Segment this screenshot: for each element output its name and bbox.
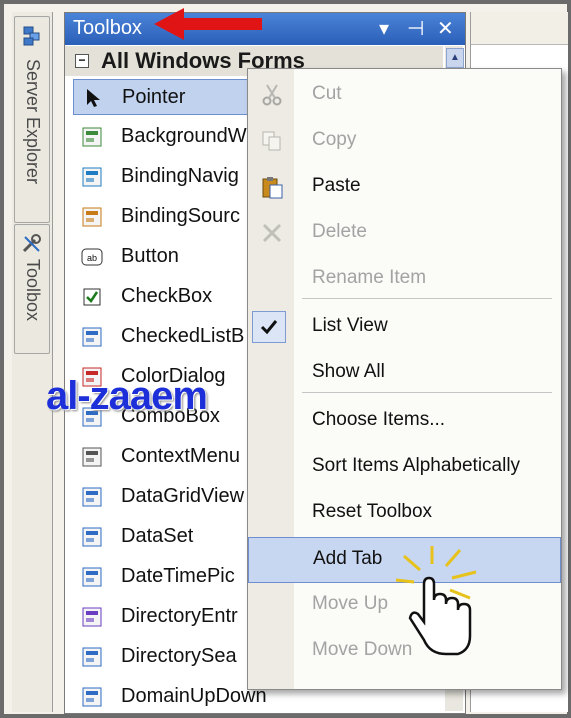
copy-icon — [262, 131, 281, 151]
red-arrow-icon — [154, 8, 262, 40]
toolbox-item[interactable]: BindingNavig — [73, 159, 263, 195]
toolbox-item-label: DateTimePic — [121, 565, 235, 587]
toolbox-item[interactable]: DomainUpDown — [73, 679, 267, 715]
toolbox-item[interactable]: DirectoryEntr — [73, 599, 263, 635]
collapse-toggle-icon[interactable]: − — [75, 54, 89, 68]
menu-item-label: Paste — [312, 175, 361, 196]
toolbox-item-label: CheckedListB — [121, 325, 245, 347]
directory-searcher-icon — [82, 647, 102, 667]
menu-item-label: Add Tab — [313, 548, 383, 569]
watermark-text: al-zaaem — [46, 374, 208, 418]
hand-cursor-icon — [395, 546, 477, 656]
checked-listbox-icon — [82, 327, 102, 347]
toolbox-title-bar[interactable]: Toolbox ▾ ⊣ ✕ — [65, 13, 465, 45]
toolbox-item[interactable]: CheckBox — [73, 279, 263, 315]
toolbox-item[interactable]: BindingSourc — [73, 199, 263, 235]
directory-entry-icon — [82, 607, 102, 627]
svg-text:ab: ab — [87, 253, 97, 263]
cut-icon — [262, 84, 282, 106]
toolbox-item[interactable]: DirectorySea — [73, 639, 263, 675]
toolbox-item-label: BindingSourc — [121, 205, 240, 227]
toolbox-item[interactable]: BackgroundW — [73, 119, 263, 155]
button-icon: ab — [81, 248, 103, 266]
menu-item-label: Rename Item — [312, 267, 427, 288]
toolbox-icon — [22, 234, 41, 253]
side-tab-strip: Server Explorer Toolbox — [12, 12, 53, 712]
document-tab-bar — [471, 12, 568, 45]
menu-item-sort-items-alphabetically[interactable]: Sort Items Alphabetically — [248, 445, 561, 491]
menu-item-copy: Copy — [248, 119, 561, 165]
toolbox-item[interactable]: DataGridView — [73, 479, 263, 515]
menu-item-label: Reset Toolbox — [312, 501, 433, 522]
menu-item-label: Move Up — [312, 593, 389, 614]
side-tab-label: Server Explorer — [23, 59, 43, 185]
toolbox-item-label: Pointer — [122, 86, 186, 108]
menu-item-label: Delete — [312, 221, 367, 242]
toolbox-item-label: BindingNavig — [121, 165, 239, 187]
paste-icon — [262, 177, 283, 199]
side-tab-toolbox[interactable]: Toolbox — [14, 224, 50, 354]
side-tab-server-explorer[interactable]: Server Explorer — [14, 16, 50, 223]
menu-item-label: Copy — [312, 129, 357, 150]
datetimepicker-icon — [82, 567, 102, 587]
menu-item-delete: Delete — [248, 211, 561, 257]
datagridview-icon — [82, 487, 102, 507]
menu-item-paste[interactable]: Paste — [248, 165, 561, 211]
delete-icon — [262, 223, 282, 243]
toolbox-item[interactable]: Pointer — [73, 79, 263, 115]
close-icon[interactable]: ✕ — [437, 16, 454, 41]
menu-item-choose-items[interactable]: Choose Items... — [248, 399, 561, 445]
toolbox-item-label: Button — [121, 245, 179, 267]
window-frame: Server Explorer Toolbox Toolbox ▾ ⊣ ✕ − … — [0, 0, 571, 718]
menu-item-label: List View — [312, 315, 388, 336]
menu-item-rename-item: Rename Item — [248, 257, 561, 303]
binding-source-icon — [82, 207, 102, 227]
menu-item-label: Show All — [312, 361, 385, 382]
dataset-icon — [82, 527, 102, 547]
binding-navigator-icon — [82, 167, 102, 187]
toolbox-item-label: BackgroundW — [121, 125, 247, 147]
menu-item-label: Cut — [312, 83, 342, 104]
server-explorer-icon — [23, 26, 40, 46]
context-menu-icon — [82, 447, 102, 467]
toolbox-title: Toolbox — [73, 17, 142, 39]
check-icon — [252, 311, 286, 343]
auto-hide-pin-icon[interactable]: ⊣ — [407, 16, 424, 41]
toolbox-item[interactable]: ContextMenu — [73, 439, 263, 475]
toolbox-item-label: DataGridView — [121, 485, 245, 507]
pointer-icon — [87, 89, 100, 107]
menu-item-label: Sort Items Alphabetically — [312, 455, 521, 476]
toolbox-item-label: DirectoryEntr — [121, 605, 238, 627]
menu-item-list-view[interactable]: List View — [248, 305, 561, 351]
menu-item-reset-toolbox[interactable]: Reset Toolbox — [248, 491, 561, 537]
scroll-up-icon[interactable]: ▲ — [446, 48, 464, 68]
toolbox-item-label: DataSet — [121, 525, 194, 547]
toolbox-item[interactable]: CheckedListB — [73, 319, 263, 355]
menu-item-label: Choose Items... — [312, 409, 446, 430]
menu-item-show-all[interactable]: Show All — [248, 351, 561, 397]
window-position-icon[interactable]: ▾ — [379, 16, 389, 41]
toolbox-item[interactable]: ab Button — [73, 239, 263, 275]
toolbox-item[interactable]: DateTimePic — [73, 559, 263, 595]
toolbox-item-label: ContextMenu — [121, 445, 240, 467]
background-worker-icon — [82, 127, 102, 147]
side-tab-label: Toolbox — [23, 259, 43, 322]
toolbox-item-label: DomainUpDown — [121, 685, 267, 707]
toolbox-item-label: DirectorySea — [121, 645, 237, 667]
toolbox-item[interactable]: DataSet — [73, 519, 263, 555]
toolbox-item-label: CheckBox — [121, 285, 213, 307]
checkbox-icon — [83, 288, 101, 306]
menu-item-cut: Cut — [248, 73, 561, 119]
domain-updown-icon — [82, 687, 102, 707]
